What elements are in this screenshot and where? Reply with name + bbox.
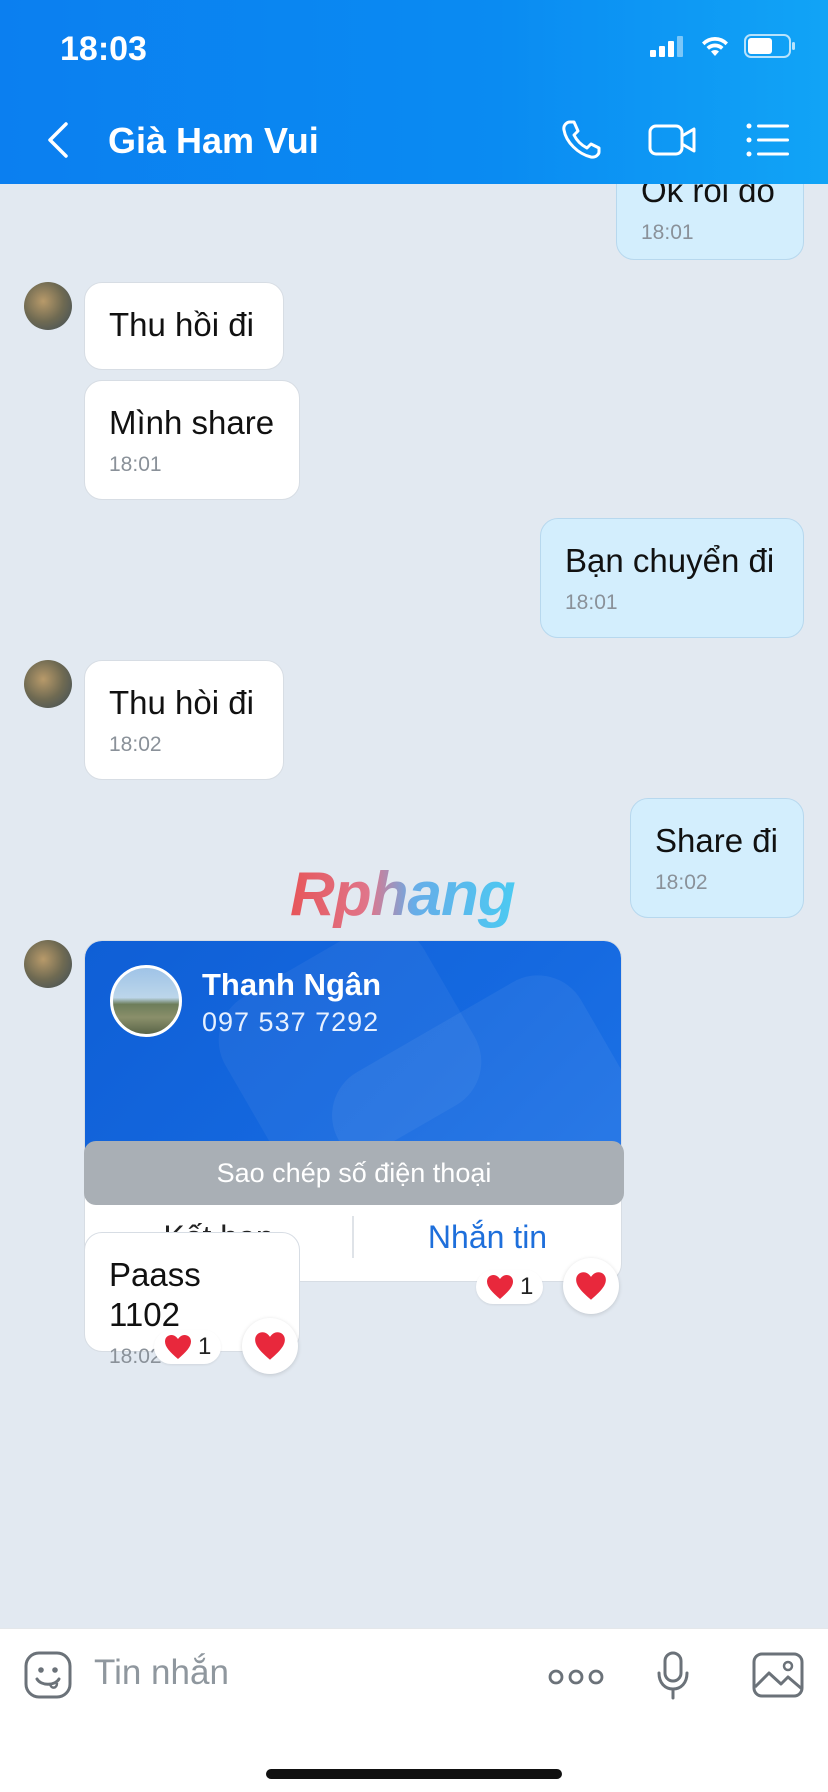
- message-time: 18:01: [565, 591, 618, 614]
- message-bubble-outgoing[interactable]: Share đi 18:02: [630, 798, 804, 918]
- message-time: 18:02: [109, 733, 162, 756]
- video-call-icon[interactable]: [648, 116, 696, 164]
- message-input[interactable]: Tin nhắn: [94, 1653, 229, 1693]
- message-time: 18:01: [641, 221, 694, 244]
- more-options-icon[interactable]: [548, 1667, 604, 1687]
- message-bubble-outgoing[interactable]: Ok rồi đó 18:01: [616, 184, 804, 260]
- message-list[interactable]: Ok rồi đó 18:01 Thu hồi đi Mình share 18…: [0, 184, 828, 1628]
- chat-title[interactable]: Già Ham Vui: [108, 120, 319, 162]
- reaction-summary[interactable]: 1: [476, 1270, 544, 1304]
- heart-icon: [255, 1332, 285, 1360]
- message-text: Thu hòi đi: [109, 684, 254, 721]
- cellular-signal-icon: [650, 36, 683, 57]
- message-bubble-outgoing[interactable]: Bạn chuyển đi 18:01: [540, 518, 804, 638]
- back-icon[interactable]: [40, 118, 80, 162]
- reaction-count: 1: [520, 1273, 534, 1300]
- reaction-summary[interactable]: 1: [154, 1330, 222, 1364]
- message-bubble-incoming[interactable]: Mình share 18:01: [84, 380, 300, 500]
- message-bubble-incoming[interactable]: Thu hòi đi 18:02: [84, 660, 284, 780]
- wifi-icon: [702, 36, 728, 56]
- app-header: 18:03 Già Ham Vui: [0, 0, 828, 184]
- shared-contact-phone: 097 537 7292: [202, 1007, 380, 1037]
- status-icons: [650, 34, 796, 58]
- message-text: Thu hồi đi: [109, 306, 254, 343]
- shared-contact-avatar[interactable]: [110, 965, 182, 1037]
- microphone-icon[interactable]: [656, 1651, 690, 1701]
- sticker-emoji-icon[interactable]: [24, 1651, 72, 1699]
- battery-icon: [744, 34, 795, 58]
- reaction-count: 1: [198, 1333, 212, 1360]
- heart-icon: [165, 1335, 191, 1359]
- contact-avatar[interactable]: [24, 940, 72, 988]
- message-text: Paass 1102: [109, 1256, 201, 1333]
- heart-icon: [487, 1275, 513, 1299]
- composer-bar: Tin nhắn: [0, 1628, 828, 1792]
- phone-call-icon[interactable]: [558, 116, 606, 164]
- title-row: Già Ham Vui: [0, 110, 828, 170]
- contact-card[interactable]: Thanh Ngân 097 537 7292 Kết bạn Nhắn tin: [84, 940, 622, 1282]
- react-heart-button[interactable]: [242, 1318, 298, 1374]
- watermark-logo: Rphang: [290, 860, 516, 929]
- contact-avatar[interactable]: [24, 660, 72, 708]
- message-text: Ok rồi đó: [641, 184, 775, 209]
- shared-contact-name: Thanh Ngân: [202, 967, 382, 1002]
- send-message-button[interactable]: Nhắn tin: [354, 1219, 621, 1256]
- heart-icon: [576, 1272, 606, 1300]
- react-heart-button[interactable]: [563, 1258, 619, 1314]
- contact-avatar[interactable]: [24, 282, 72, 330]
- message-text: Mình share: [109, 404, 275, 441]
- message-time: 18:01: [109, 453, 162, 476]
- message-bubble-incoming[interactable]: Thu hồi đi: [84, 282, 284, 370]
- menu-list-icon[interactable]: [744, 116, 792, 164]
- message-time: 18:02: [655, 871, 708, 894]
- message-text: Share đi: [655, 822, 778, 859]
- copy-phone-button[interactable]: Sao chép số điện thoại: [84, 1141, 624, 1205]
- message-text: Bạn chuyển đi: [565, 542, 775, 579]
- home-indicator: [266, 1769, 562, 1779]
- status-time: 18:03: [60, 30, 147, 68]
- gallery-image-icon[interactable]: [752, 1651, 804, 1699]
